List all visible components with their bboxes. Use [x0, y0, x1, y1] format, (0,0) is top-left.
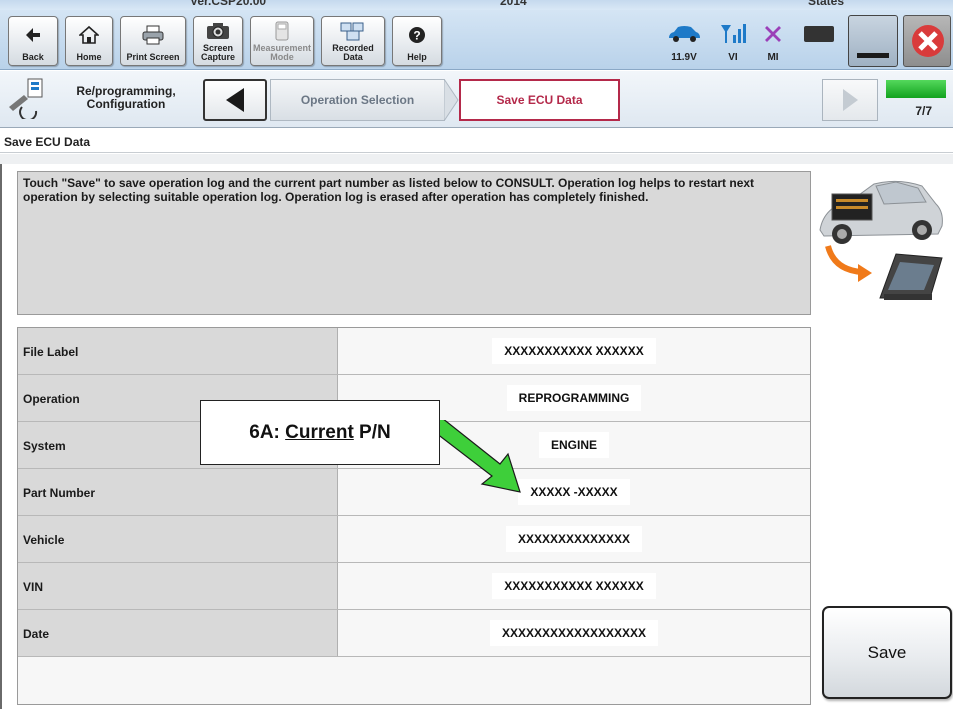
- home-button[interactable]: Home: [65, 16, 113, 66]
- row-label-vehicle: Vehicle: [18, 516, 338, 562]
- callout-prefix: 6A:: [249, 421, 286, 443]
- printer-icon: [141, 17, 165, 53]
- screen-capture-button[interactable]: Screen Capture: [193, 16, 243, 66]
- instructions-text: Touch "Save" to save operation log and t…: [23, 176, 755, 204]
- row-label-vin: VIN: [18, 563, 338, 609]
- recorded-data-button[interactable]: Recorded Data: [321, 16, 385, 66]
- minimize-icon: [857, 53, 889, 58]
- measurement-mode-button[interactable]: Measurement Mode: [250, 16, 314, 66]
- back-arrow-icon: [24, 17, 42, 53]
- vi-status: VI: [718, 16, 748, 66]
- row-label-file-label: File Label: [18, 328, 338, 374]
- row-value-part-number: XXXXX -XXXXX: [518, 479, 630, 505]
- row-value-vin: XXXXXXXXXXX XXXXXX: [492, 573, 656, 599]
- page-title: Save ECU Data: [0, 129, 953, 153]
- year-text: 2014: [500, 0, 527, 8]
- step-back-button[interactable]: [203, 79, 267, 121]
- vi-label: VI: [728, 52, 738, 63]
- version-text: Ver.CSP20.00: [190, 0, 267, 8]
- save-button[interactable]: Save: [822, 606, 952, 699]
- signal-icon: [720, 16, 746, 52]
- row-value-system: ENGINE: [538, 432, 609, 458]
- table-row-empty: [18, 657, 810, 704]
- step-separator-icon: [444, 79, 459, 121]
- toolbar: Ver.CSP20.00 2014 States Back Home Print…: [0, 0, 953, 70]
- row-value-file-label: XXXXXXXXXXX XXXXXX: [492, 338, 656, 364]
- svg-text:?: ?: [413, 29, 420, 43]
- mi-status: MI: [760, 16, 786, 66]
- row-value-cell: XXXXXXXXXXX XXXXXX: [338, 328, 810, 374]
- progress-text: 7/7: [915, 104, 932, 118]
- back-button[interactable]: Back: [8, 16, 58, 66]
- home-icon: [79, 17, 99, 53]
- mi-label: MI: [767, 52, 779, 63]
- battery-voltage: 11.9V: [671, 52, 697, 63]
- close-icon: [911, 24, 945, 63]
- step-save-ecu-data: Save ECU Data: [459, 79, 620, 121]
- callout-underlined: Current: [285, 421, 354, 443]
- row-value-cell: XXXXX -XXXXX: [338, 469, 810, 515]
- screen-capture-label: Screen Capture: [200, 43, 235, 62]
- top-strip: Ver.CSP20.00 2014 States: [0, 0, 953, 10]
- table-row: VIN XXXXXXXXXXX XXXXXX: [18, 563, 810, 610]
- back-label: Back: [22, 52, 44, 62]
- meter-icon: [274, 17, 290, 44]
- table-row: File Label XXXXXXXXXXX XXXXXX: [18, 328, 810, 375]
- row-label-part-number: Part Number: [18, 469, 338, 515]
- help-icon: ?: [408, 17, 426, 53]
- camera-icon: [206, 17, 230, 44]
- minimize-button[interactable]: [848, 15, 898, 67]
- car-icon: [666, 16, 702, 52]
- table-row: Date XXXXXXXXXXXXXXXXXX: [18, 610, 810, 657]
- left-border: [0, 164, 2, 709]
- row-value-operation: REPROGRAMMING: [506, 385, 642, 411]
- states-text: States: [808, 0, 845, 8]
- ecu-data-table: File Label XXXXXXXXXXX XXXXXX Operation …: [17, 327, 811, 705]
- row-value-cell: XXXXXXXXXXXXXXXXXX: [338, 610, 810, 656]
- home-label: Home: [76, 52, 102, 62]
- recorded-data-label: Recorded Data: [332, 43, 374, 62]
- separator-band: [0, 154, 953, 164]
- section-label: Re/programming, Configuration: [76, 84, 176, 111]
- print-screen-label: Print Screen: [126, 52, 180, 62]
- battery-icon: [804, 26, 834, 42]
- triangle-left-icon: [226, 88, 244, 112]
- car-to-laptop-illustration: [818, 172, 946, 307]
- reprogramming-icon: [6, 77, 50, 124]
- row-value-vehicle: XXXXXXXXXXXXXX: [505, 526, 643, 552]
- triangle-right-icon: [843, 89, 858, 111]
- progress-bar: [886, 80, 946, 98]
- table-row: Part Number XXXXX -XXXXX: [18, 469, 810, 516]
- row-value-cell: XXXXXXXXXXXXXX: [338, 516, 810, 562]
- callout-suffix: P/N: [353, 421, 391, 443]
- battery-status: 11.9V: [664, 16, 704, 66]
- cross-icon: [764, 16, 782, 52]
- row-value-cell: XXXXXXXXXXX XXXXXX: [338, 563, 810, 609]
- recorded-data-icon: [339, 17, 367, 44]
- row-label-date: Date: [18, 610, 338, 656]
- part-number-callout: 6A: Current P/N: [200, 400, 440, 465]
- measurement-mode-label: Measurement Mode: [252, 43, 312, 62]
- close-button[interactable]: [903, 15, 951, 67]
- row-value-date: XXXXXXXXXXXXXXXXXX: [489, 620, 659, 646]
- step-forward-button[interactable]: [822, 79, 878, 121]
- help-label: Help: [407, 52, 427, 62]
- instructions-panel: Touch "Save" to save operation log and t…: [17, 171, 811, 315]
- table-row: Vehicle XXXXXXXXXXXXXX: [18, 516, 810, 563]
- step-operation-selection[interactable]: Operation Selection: [270, 79, 445, 121]
- print-screen-button[interactable]: Print Screen: [120, 16, 186, 66]
- help-button[interactable]: ? Help: [392, 16, 442, 66]
